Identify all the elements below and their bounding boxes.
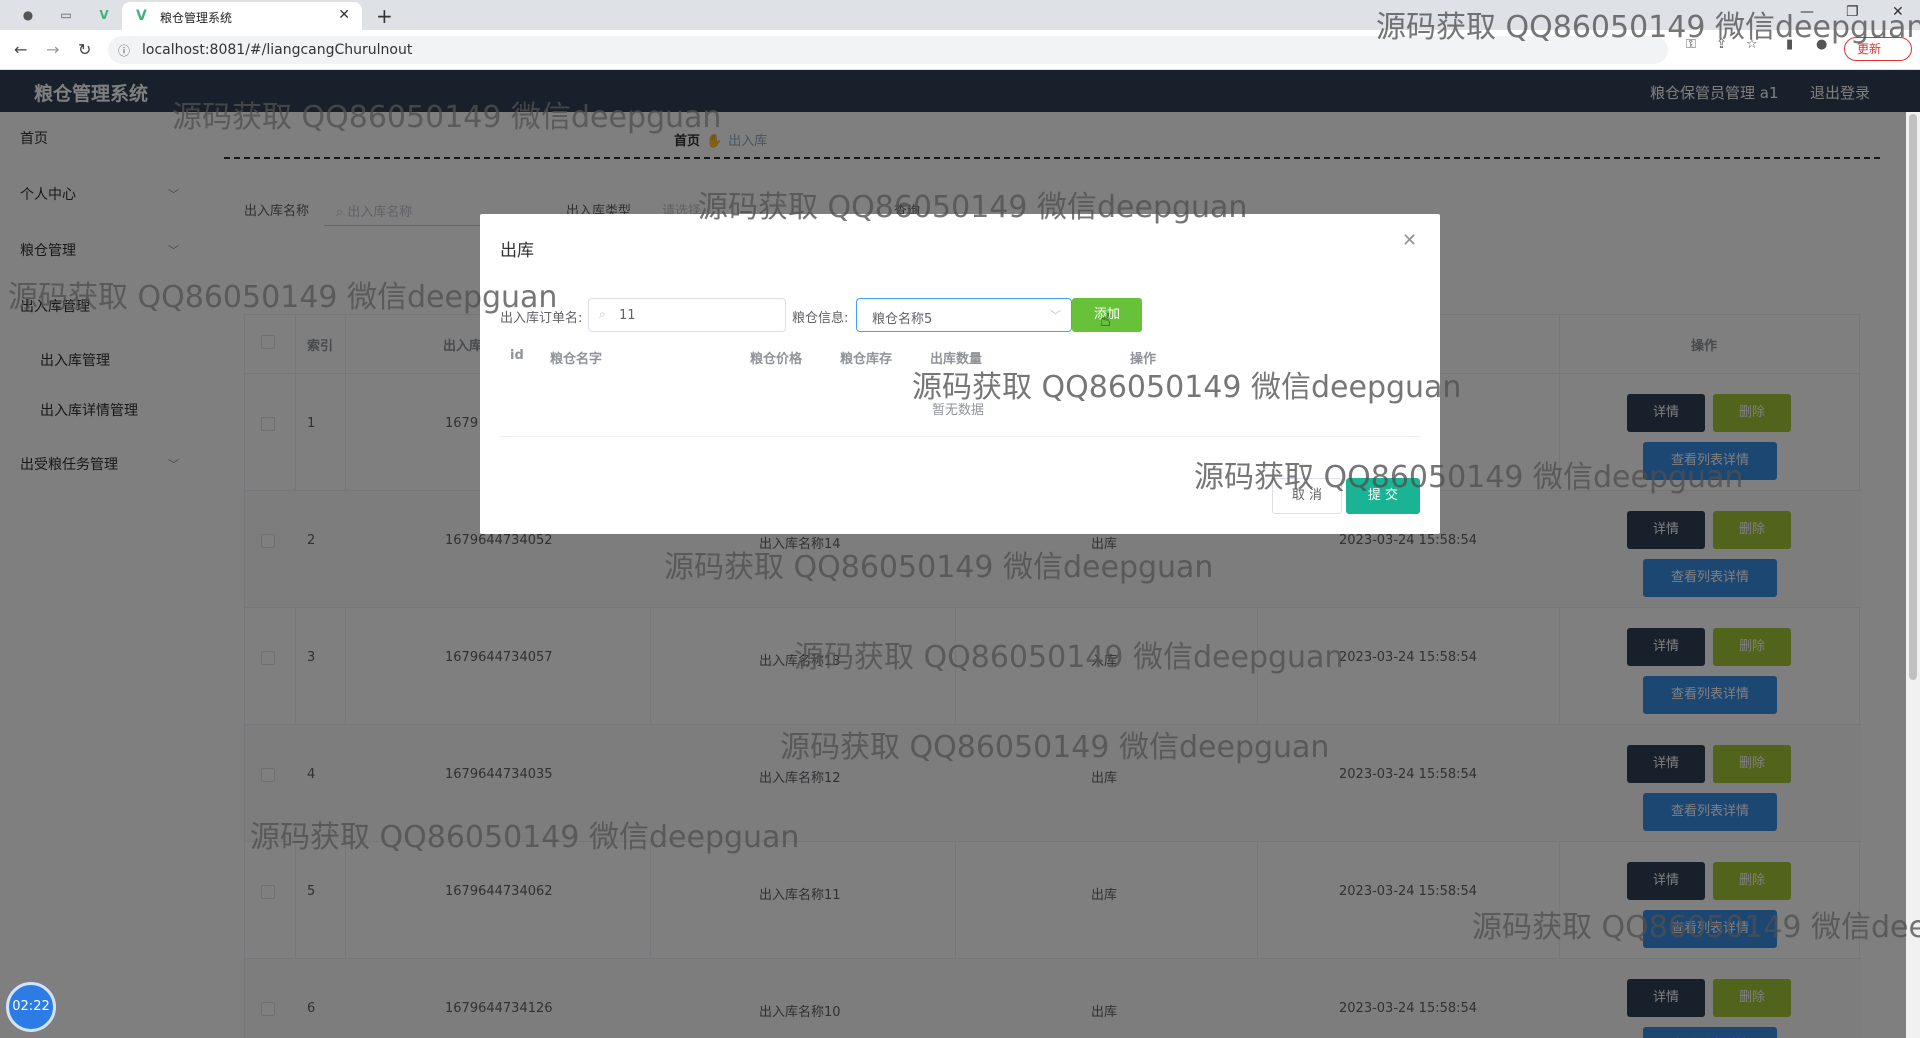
timer-badge: 02:22 (6, 982, 56, 1032)
tab-close-icon[interactable]: ✕ (338, 7, 350, 23)
update-button[interactable]: 更新 (1844, 37, 1912, 61)
bookmark-star-icon[interactable]: ☆ (1746, 37, 1758, 52)
order-name-input[interactable]: ⌕ 11 (588, 298, 786, 332)
grain-info-value: 粮仓名称5 (872, 312, 933, 327)
page-scrollbar[interactable] (1906, 112, 1920, 1038)
sidepanel-icon[interactable]: ▮ (1786, 37, 1793, 52)
github-icon[interactable]: ● (20, 7, 36, 23)
empty-text: 暂无数据 (932, 403, 985, 418)
scrollbar-thumb[interactable] (1909, 114, 1917, 680)
submit-button[interactable]: 提 交 (1346, 478, 1420, 514)
table-divider (500, 436, 1420, 437)
col-out-qty: 出库数量 (930, 352, 983, 367)
grain-info-label: 粮仓信息: (792, 311, 849, 326)
tab-title: 粮仓管理系统 (160, 11, 233, 25)
url-text: localhost:8081/#/liangcangChurulnout (142, 42, 413, 58)
col-id: id (510, 348, 524, 363)
site-info-icon[interactable]: ⓘ (118, 42, 130, 59)
reload-icon[interactable]: ↻ (78, 40, 91, 59)
dialog-close-icon[interactable]: ✕ (1402, 230, 1417, 251)
col-grain-name: 粮仓名字 (550, 352, 603, 367)
order-name-value: 11 (619, 308, 636, 323)
address-bar: ← → ↻ ⓘ localhost:8081/#/liangcangChurul… (0, 30, 1920, 70)
tab-active[interactable]: V 粮仓管理系统 ✕ (122, 2, 362, 30)
url-input[interactable]: ⓘ localhost:8081/#/liangcangChurulnout (108, 36, 1668, 64)
back-icon[interactable]: ← (14, 40, 27, 59)
grain-info-select[interactable]: 粮仓名称5 ﹀ (856, 298, 1072, 332)
vue-tab-icon[interactable]: V (96, 7, 112, 23)
profile-icon[interactable]: ● (1816, 37, 1827, 52)
tab-placeholder-icon[interactable]: ▭ (58, 7, 74, 23)
col-grain-price: 粮仓价格 (750, 352, 803, 367)
browser-tabstrip: ● ▭ V V 粮仓管理系统 ✕ + — ❐ ✕ (0, 0, 1920, 30)
col-actions: 操作 (1130, 352, 1157, 367)
new-tab-icon[interactable]: + (376, 4, 393, 28)
order-name-label: 出入库订单名: (500, 311, 583, 326)
col-grain-stock: 粮仓库存 (840, 352, 893, 367)
key-icon[interactable]: ⚿ (1686, 37, 1696, 52)
search-icon: ⌕ (599, 307, 606, 321)
chevron-down-icon: ﹀ (1050, 309, 1061, 322)
cancel-button[interactable]: 取 消 (1272, 478, 1342, 514)
vue-logo-icon: V (136, 8, 147, 24)
pointer-cursor-icon: ☝ (1100, 310, 1111, 331)
share-icon[interactable]: ⇪ (1716, 37, 1727, 52)
dialog-title: 出库 (500, 241, 534, 261)
minimize-icon[interactable]: — (1800, 4, 1814, 20)
restore-icon[interactable]: ❐ (1846, 4, 1859, 20)
window-close-icon[interactable]: ✕ (1892, 4, 1904, 20)
outbound-dialog: 出库 ✕ 出入库订单名: ⌕ 11 粮仓信息: 粮仓名称5 ﹀ 添加 ☝ id … (480, 214, 1440, 534)
forward-icon[interactable]: → (46, 40, 59, 59)
